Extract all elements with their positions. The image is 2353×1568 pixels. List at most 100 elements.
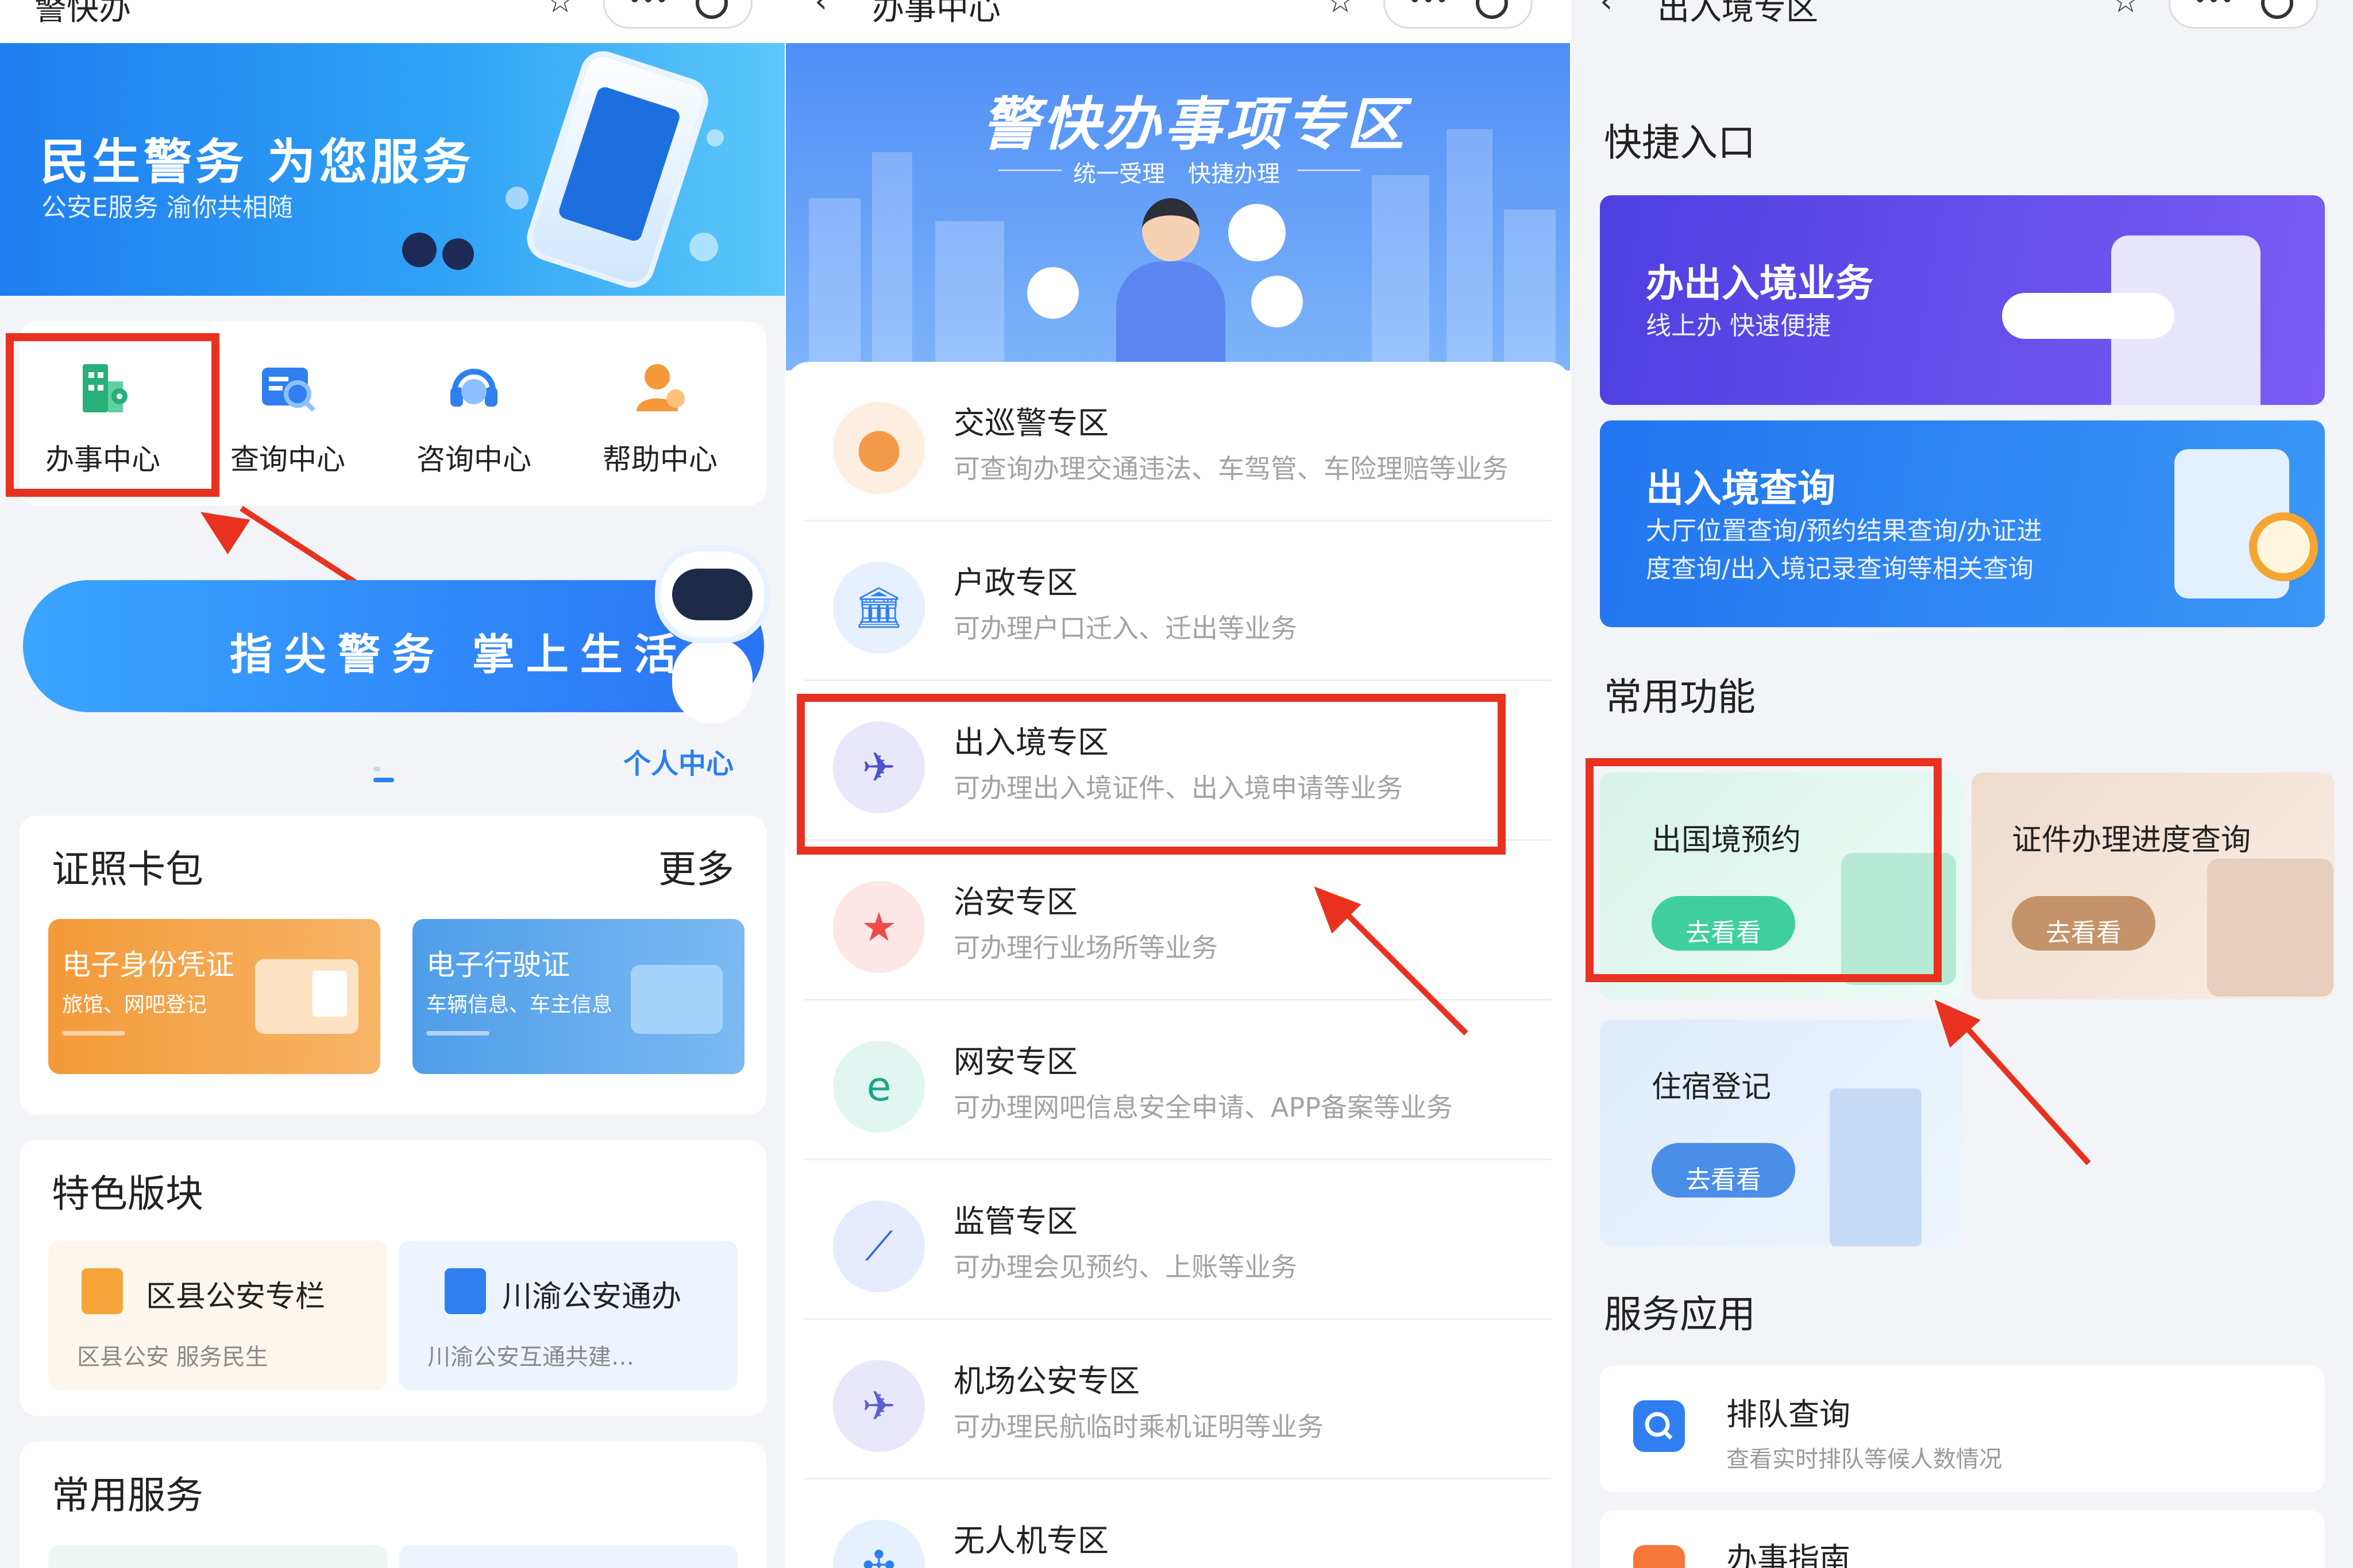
top-bar: ‹ 出入境专区 ☆ ••• bbox=[1571, 0, 2353, 43]
exit-entry-panel: ‹ 出入境专区 ☆ ••• 快捷入口 办出入境业务 线上办 快速便捷 出入境查询… bbox=[1571, 0, 2353, 1568]
close-circle-icon[interactable] bbox=[696, 0, 728, 19]
handle-exit-entry-card[interactable]: 办出入境业务 线上办 快速便捷 bbox=[1600, 195, 2325, 405]
accommodation-registration-tile[interactable]: 住宿登记 去看看 bbox=[1600, 1019, 1963, 1246]
service-guide-item[interactable]: 办事指南 bbox=[1600, 1511, 2325, 1568]
id-photo-icon bbox=[255, 959, 358, 1034]
more-icon[interactable]: ••• bbox=[628, 0, 669, 13]
id-card-title: 电子身份凭证 bbox=[62, 948, 234, 982]
highlight-box bbox=[1586, 758, 1942, 982]
zone-title: 网安专区 bbox=[954, 1044, 1078, 1080]
certificate-progress-tile[interactable]: 证件办理进度查询 去看看 bbox=[1972, 773, 2335, 999]
more-icon[interactable]: ••• bbox=[2193, 0, 2234, 13]
common-services-section: 常用服务 bbox=[20, 1442, 766, 1568]
magnifier-icon bbox=[2249, 512, 2318, 581]
vehicle-card-title: 电子行驶证 bbox=[426, 948, 570, 982]
quick-item-query-center[interactable]: 查询中心 bbox=[222, 356, 354, 478]
internet-e-icon: e bbox=[833, 1041, 925, 1133]
robot-illustration bbox=[649, 546, 776, 724]
zone-banner: 警快办事项专区 统一受理 快捷办理 bbox=[786, 43, 1571, 370]
zone-subtitle: 可办理户口迁入、迁出等业务 bbox=[954, 613, 1297, 644]
featured-sichuan-chongqing[interactable]: 川渝公安通办 川渝公安互通共建… bbox=[399, 1241, 738, 1390]
search-card-icon bbox=[256, 356, 319, 419]
flag-icon bbox=[1633, 1545, 1685, 1568]
go-see-button[interactable]: 去看看 bbox=[2012, 896, 2155, 951]
zone-subtitle: 可办理网吧信息安全申请、APP备案等业务 bbox=[954, 1092, 1453, 1123]
zone-title: 无人机专区 bbox=[954, 1523, 1109, 1559]
phone-illustration bbox=[520, 45, 715, 294]
queue-query-item[interactable]: 排队查询 查看实时排队等候人数情况 bbox=[1600, 1366, 2325, 1492]
service-subtitle: 查看实时排队等候人数情况 bbox=[1726, 1446, 2002, 1473]
services-title: 服务应用 bbox=[1604, 1292, 1756, 1337]
quick-item-label: 帮助中心 bbox=[603, 443, 718, 476]
car-icon bbox=[631, 965, 723, 1034]
pointer-arrow bbox=[1959, 1020, 2091, 1165]
quick-entry-title: 快捷入口 bbox=[1604, 121, 1756, 165]
zone-title: 监管专区 bbox=[954, 1203, 1078, 1239]
zone-subtitle: 可办理民航临时乘机证明等业务 bbox=[954, 1411, 1324, 1442]
more-link[interactable]: 更多 bbox=[658, 839, 734, 894]
personal-center-link[interactable]: 个人中心 bbox=[623, 741, 734, 781]
close-circle-icon[interactable] bbox=[2261, 0, 2293, 19]
page-title: 出入境专区 bbox=[1657, 0, 1818, 28]
overlap-squares-icon bbox=[445, 1268, 486, 1314]
close-circle-icon[interactable] bbox=[1476, 0, 1508, 19]
exit-entry-query-card[interactable]: 出入境查询 大厅位置查询/预约结果查询/办证进 度查询/出入境记录查询等相关查询 bbox=[1600, 420, 2325, 627]
go-see-button[interactable]: 去看看 bbox=[1652, 1143, 1795, 1198]
officer-illustration bbox=[1108, 198, 1234, 370]
zone-list-item[interactable]: ✈ 机场公安专区 可办理民航临时乘机证明等业务 bbox=[804, 1320, 1551, 1480]
featured-district-police[interactable]: 区县公安专栏 区县公安 服务民生 bbox=[48, 1241, 387, 1390]
star-icon[interactable]: ☆ bbox=[2111, 0, 2140, 20]
hotel-building-icon bbox=[1830, 1088, 1922, 1246]
service-title: 办事指南 bbox=[1726, 1541, 1850, 1568]
zone-list: ⬤ 交巡警专区 可查询办理交通违法、车驾管、车险理赔等业务 🏛 户政专区 可办理户口迁入、… bbox=[786, 362, 1571, 1568]
card-wallet: 证照卡包 更多 电子身份凭证 旅馆、网吧登记 电子行驶证 车辆信息、车主信息 bbox=[20, 816, 766, 1114]
capsule-menu[interactable]: ••• bbox=[603, 0, 753, 29]
zone-list-item[interactable]: ⟋ 监管专区 可办理会见预约、上账等业务 bbox=[804, 1160, 1551, 1320]
quick-entry-card-subtitle-1: 大厅位置查询/预约结果查询/办证进 bbox=[1646, 516, 2042, 546]
capsule-menu[interactable]: ••• bbox=[2169, 0, 2318, 29]
zone-list-item[interactable]: ⬤ 交巡警专区 可查询办理交通违法、车驾管、车险理赔等业务 bbox=[804, 362, 1551, 522]
quick-item-consult-center[interactable]: 咨询中心 bbox=[408, 356, 540, 478]
id-card[interactable]: 电子身份凭证 旅馆、网吧登记 bbox=[48, 919, 380, 1074]
featured-title: 特色版块 bbox=[52, 1172, 203, 1216]
zone-list-item[interactable]: ★ 治安专区 可办理行业场所等业务 bbox=[804, 841, 1551, 1001]
quick-entry-card-title: 办出入境业务 bbox=[1646, 261, 1873, 306]
star-icon[interactable]: ☆ bbox=[1326, 0, 1355, 20]
star-icon[interactable]: ☆ bbox=[546, 0, 574, 20]
page-title: 办事中心 bbox=[872, 0, 1001, 28]
quick-entry-card-subtitle-2: 度查询/出入境记录查询等相关查询 bbox=[1646, 554, 2034, 584]
zone-subtitle: 可查询办理交通违法、车驾管、车险理赔等业务 bbox=[954, 453, 1509, 484]
check-pill-icon bbox=[2002, 293, 2174, 339]
home-panel: 警快办 ☆ ••• 民生警务 为您服务 公安E服务 渝你共相随 办事中心 查询中… bbox=[0, 0, 786, 1568]
promo-banner[interactable]: 指尖警务 掌上生活 bbox=[23, 546, 770, 724]
document-badge-icon bbox=[82, 1268, 123, 1314]
back-icon[interactable]: ‹ bbox=[815, 0, 827, 20]
highlight-box bbox=[797, 694, 1506, 855]
page-title: 警快办 bbox=[34, 0, 131, 28]
trend-chart-icon: ⟋ bbox=[833, 1200, 925, 1292]
capsule-menu[interactable]: ••• bbox=[1383, 0, 1533, 29]
zone-list-item[interactable]: 🏛 户政专区 可办理户口迁入、迁出等业务 bbox=[804, 522, 1551, 681]
vehicle-card-subtitle: 车辆信息、车主信息 bbox=[426, 993, 613, 1017]
drone-icon: ✣ bbox=[833, 1520, 925, 1568]
tile-title: 住宿登记 bbox=[1652, 1070, 1772, 1104]
more-icon[interactable]: ••• bbox=[1408, 0, 1449, 13]
zone-title: 机场公安专区 bbox=[954, 1363, 1140, 1399]
shield-star-icon: ★ bbox=[833, 881, 925, 973]
quick-entry-card-title: 出入境查询 bbox=[1646, 466, 1835, 511]
quick-item-help-center[interactable]: 帮助中心 bbox=[594, 356, 726, 478]
back-icon[interactable]: ‹ bbox=[1600, 0, 1613, 20]
zone-title: 治安专区 bbox=[954, 884, 1078, 920]
hero-banner[interactable]: 民生警务 为您服务 公安E服务 渝你共相随 bbox=[0, 43, 786, 296]
chart-bubble-icon bbox=[1251, 276, 1303, 327]
search-icon bbox=[1633, 1400, 1685, 1452]
vehicle-card[interactable]: 电子行驶证 车辆信息、车主信息 bbox=[412, 919, 745, 1074]
quick-item-label: 查询中心 bbox=[230, 443, 345, 476]
headset-icon bbox=[442, 356, 506, 419]
highlight-box bbox=[6, 333, 219, 497]
quick-item-label: 咨询中心 bbox=[416, 443, 531, 476]
banner-subtitle: 公安E服务 渝你共相随 bbox=[41, 193, 293, 222]
zone-list-item[interactable]: ✣ 无人机专区 bbox=[804, 1480, 1551, 1568]
zone-list-item[interactable]: e 网安专区可办理网吧信息安全申请、APP备案等业务 bbox=[804, 1001, 1551, 1160]
card-wallet-title: 证照卡包 bbox=[52, 847, 203, 891]
